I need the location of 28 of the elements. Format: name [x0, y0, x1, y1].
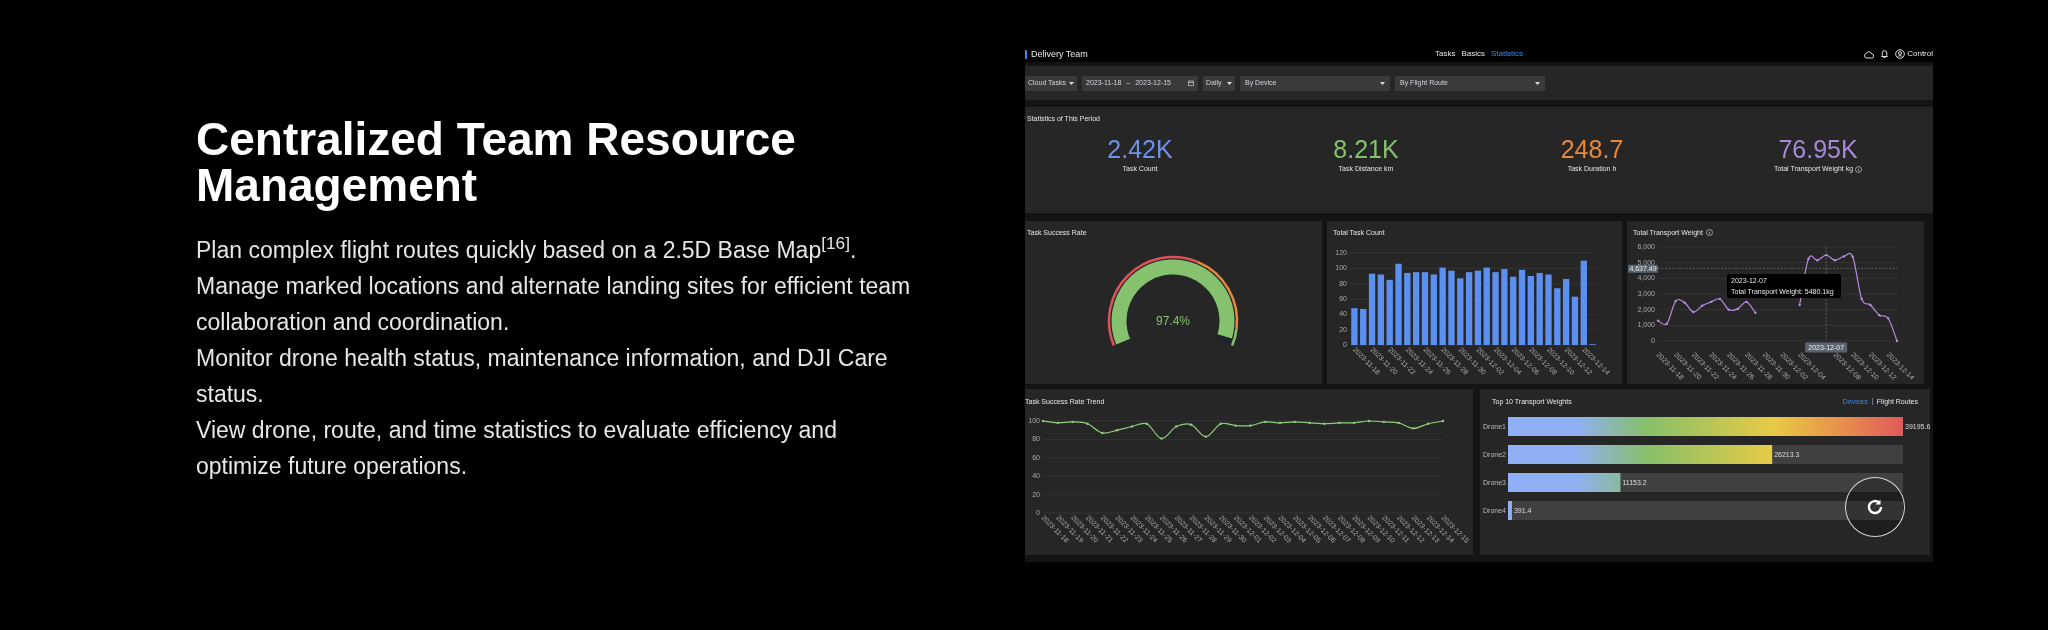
- nav-tab[interactable]: Statistics: [1491, 49, 1523, 59]
- info-icon[interactable]: [1855, 165, 1863, 173]
- paragraph: Manage marked locations and alternate landing sites for efficient team collaboration and coordination.: [196, 272, 912, 337]
- calendar-icon: [1188, 80, 1194, 86]
- replay-button[interactable]: [1845, 477, 1905, 537]
- refresh-icon: [1865, 497, 1885, 517]
- caret-icon: [1380, 81, 1385, 85]
- caret-icon: [1069, 81, 1074, 85]
- stat-value: 2.42K: [1107, 135, 1173, 163]
- cloud-icon[interactable]: [1864, 49, 1875, 59]
- paragraph: View drone, route, and time statistics to evaluate efficiency and optimize future operations.: [196, 416, 838, 481]
- accent-bar: [1025, 49, 1027, 59]
- team-name: Delivery Team: [1031, 49, 1088, 59]
- stat-value: 8.21K: [1333, 135, 1399, 163]
- stat-value: 248.7: [1560, 135, 1624, 163]
- nav-tab[interactable]: Basics: [1461, 49, 1485, 59]
- paragraph: Plan complex flight routes quickly based on a 2.5D Base Map$^{[16]}$.: [196, 232, 858, 265]
- stat-value: 76.95K: [1778, 135, 1858, 163]
- bell-icon[interactable]: [1880, 49, 1890, 59]
- caret-icon: [1227, 81, 1232, 85]
- user-name[interactable]: Control: [1907, 49, 1933, 59]
- caret-icon: [1535, 81, 1540, 85]
- user-icon[interactable]: [1895, 49, 1906, 59]
- paragraph: Monitor drone health status, maintenance information, and DJI Care status.: [196, 344, 889, 409]
- info-icon[interactable]: [1705, 229, 1713, 236]
- nav-tab[interactable]: Tasks: [1435, 49, 1456, 59]
- bar: [1508, 501, 1512, 520]
- gauge-value: 97.4%: [1156, 314, 1190, 328]
